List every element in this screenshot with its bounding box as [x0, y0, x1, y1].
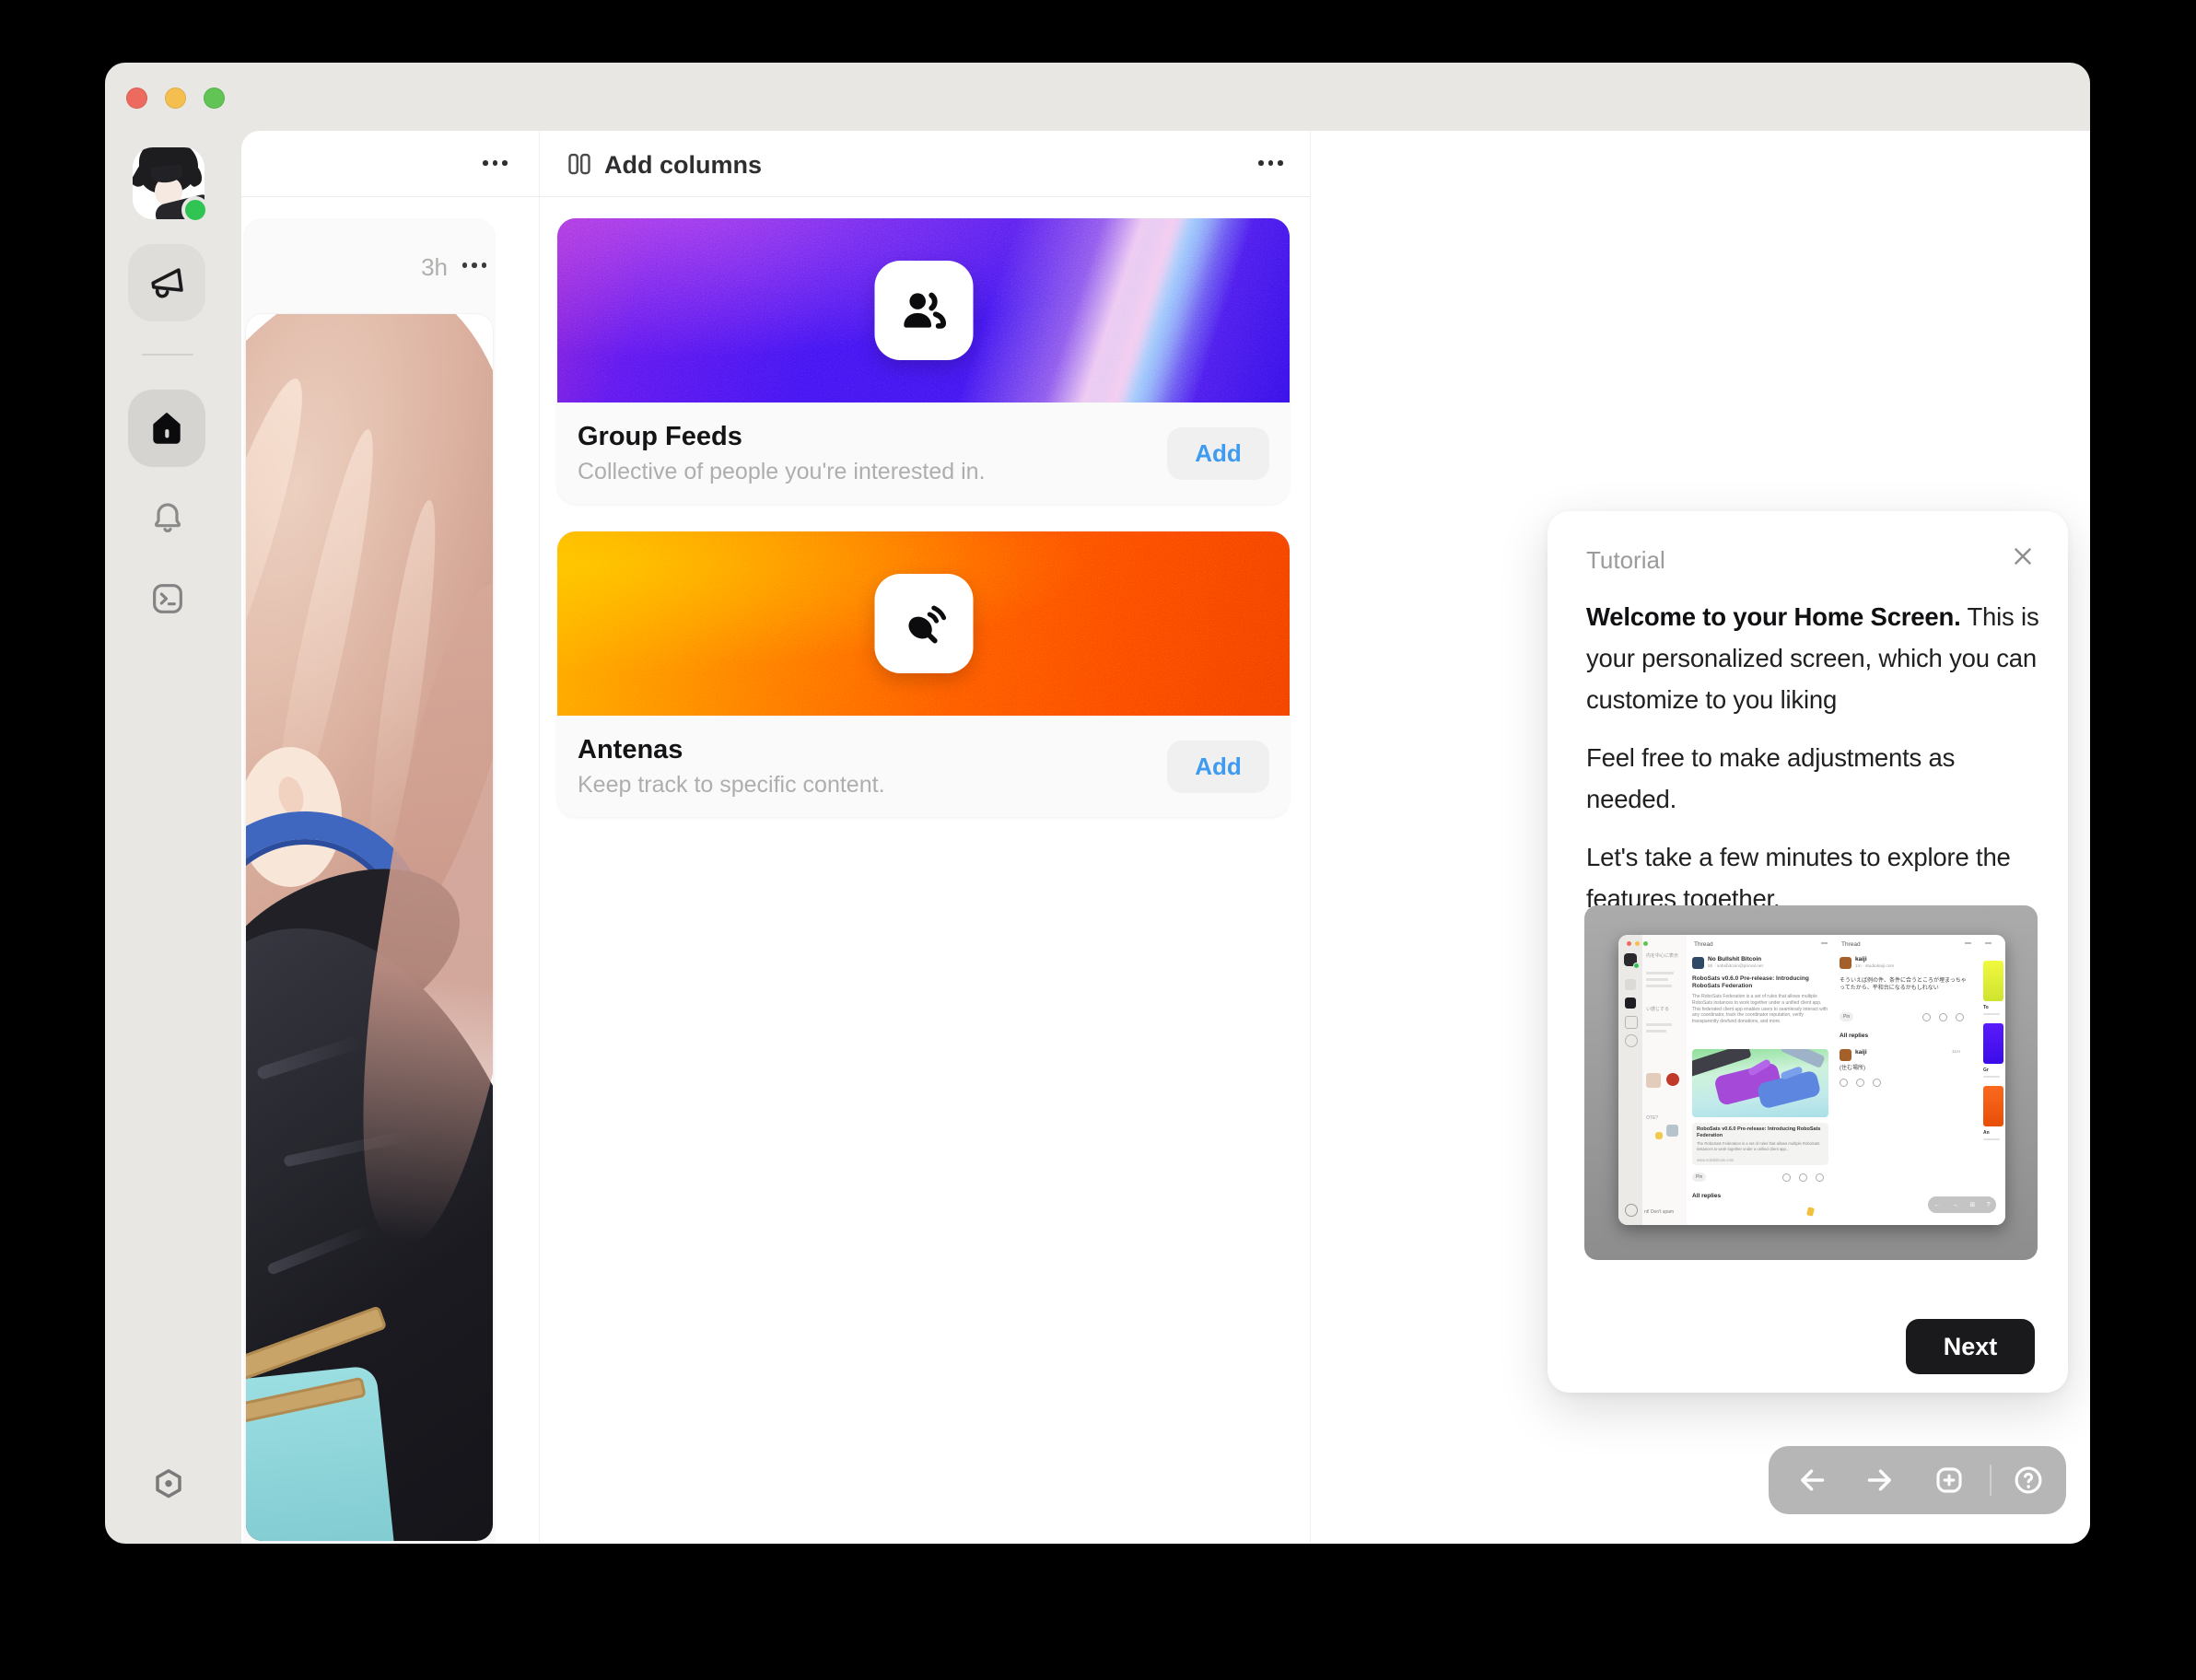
- group-feeds-card: Group Feeds Collective of people you're …: [557, 218, 1290, 504]
- nav-toolbar: [1769, 1446, 2066, 1514]
- sidebar-item-settings[interactable]: [150, 1466, 187, 1503]
- antenas-info: Antenas Keep track to specific content. …: [557, 716, 1290, 817]
- app-window: Add columns 3h: [105, 63, 2090, 1544]
- tutorial-popup: Tutorial Welcome to your Home Screen. Th…: [1548, 511, 2068, 1393]
- column-divider: [539, 131, 540, 1544]
- sidebar-item-home[interactable]: [128, 390, 205, 467]
- close-icon[interactable]: [2009, 542, 2037, 570]
- add-group-feeds-button[interactable]: Add: [1167, 427, 1269, 480]
- sidebar-item-console[interactable]: [149, 580, 186, 617]
- next-button[interactable]: Next: [1906, 1319, 2035, 1374]
- user-avatar[interactable]: [133, 147, 204, 219]
- toolbar-divider: [1990, 1464, 1992, 1496]
- sidebar-item-notifications[interactable]: [149, 497, 186, 534]
- add-columns-more-button[interactable]: [1258, 160, 1283, 166]
- add-antenas-button[interactable]: Add: [1167, 741, 1269, 793]
- column-divider: [1310, 131, 1311, 1544]
- mini-column-a: 内を中心に表示 い感じする OTE? nt!: [1642, 935, 1688, 1225]
- sidebar-item-announcements[interactable]: [128, 244, 205, 321]
- screen: Add columns 3h: [0, 0, 2196, 1680]
- tutorial-paragraph-2: Feel free to make adjustments as needed.: [1586, 737, 2039, 820]
- card-subtitle: Collective of people you're interested i…: [578, 459, 986, 485]
- online-status-dot: [181, 196, 209, 224]
- antenna-dish-icon: [900, 600, 948, 648]
- header-divider: [241, 196, 1310, 197]
- traffic-lights: [126, 88, 225, 109]
- post-image[interactable]: [246, 314, 493, 1541]
- minimize-window-button[interactable]: [165, 88, 186, 109]
- tutorial-text: Welcome to your Home Screen. This is you…: [1586, 596, 2039, 936]
- add-column-icon[interactable]: [1933, 1464, 1966, 1497]
- mini-sidebar: [1618, 935, 1642, 1225]
- mini-robot-image: [1692, 1049, 1828, 1117]
- group-feeds-banner: [557, 218, 1290, 402]
- card-title: Group Feeds: [578, 422, 986, 452]
- sidebar-divider: [142, 354, 193, 356]
- help-icon[interactable]: [2012, 1464, 2045, 1497]
- group-feeds-tile: [874, 261, 973, 360]
- mini-column-cards: To Gr An: [1978, 935, 2005, 1225]
- antenas-tile: [874, 574, 973, 673]
- mini-column-thread-2: Thread kaiji 1m · studiokaiji.com そういえば例…: [1834, 935, 1979, 1225]
- tutorial-paragraph-1: Welcome to your Home Screen. This is you…: [1586, 596, 2039, 720]
- arrow-right-icon[interactable]: [1863, 1464, 1896, 1497]
- megaphone-icon: [146, 262, 187, 303]
- settings-icon: [150, 1466, 187, 1503]
- columns-icon: [566, 150, 593, 178]
- group-people-icon: [899, 286, 949, 335]
- tutorial-label: Tutorial: [1586, 546, 1665, 575]
- post-more-button[interactable]: [462, 262, 487, 268]
- group-feeds-info: Group Feeds Collective of people you're …: [557, 402, 1290, 504]
- column1-feed: 3h: [243, 218, 496, 1544]
- arrow-left-icon[interactable]: [1796, 1464, 1829, 1497]
- card-subtitle: Keep track to specific content.: [578, 772, 885, 799]
- mini-link-card: RoboSats v0.6.0 Pre-release: Introducing…: [1692, 1123, 1828, 1165]
- bell-icon: [149, 497, 186, 534]
- mini-column-thread-1: Thread No Bullshit Bitcoin 5h · nobsbitc…: [1687, 935, 1835, 1225]
- mini-app-window: 内を中心に表示 い感じする OTE? nt!: [1618, 935, 2005, 1225]
- card-title: Antenas: [578, 735, 885, 765]
- mini-nav-pill: ←→⊞?: [1928, 1196, 1996, 1213]
- zoom-window-button[interactable]: [204, 88, 225, 109]
- column1-more-button[interactable]: [483, 160, 508, 166]
- post-timestamp: 3h: [421, 253, 448, 282]
- close-window-button[interactable]: [126, 88, 147, 109]
- content-panel: Add columns 3h: [241, 131, 2090, 1544]
- antenas-banner: [557, 531, 1290, 716]
- home-icon: [147, 409, 186, 448]
- add-columns-title: Add columns: [604, 151, 762, 180]
- terminal-icon: [149, 580, 186, 617]
- tutorial-screenshot: 内を中心に表示 い感じする OTE? nt!: [1584, 905, 2038, 1260]
- antenas-card: Antenas Keep track to specific content. …: [557, 531, 1290, 817]
